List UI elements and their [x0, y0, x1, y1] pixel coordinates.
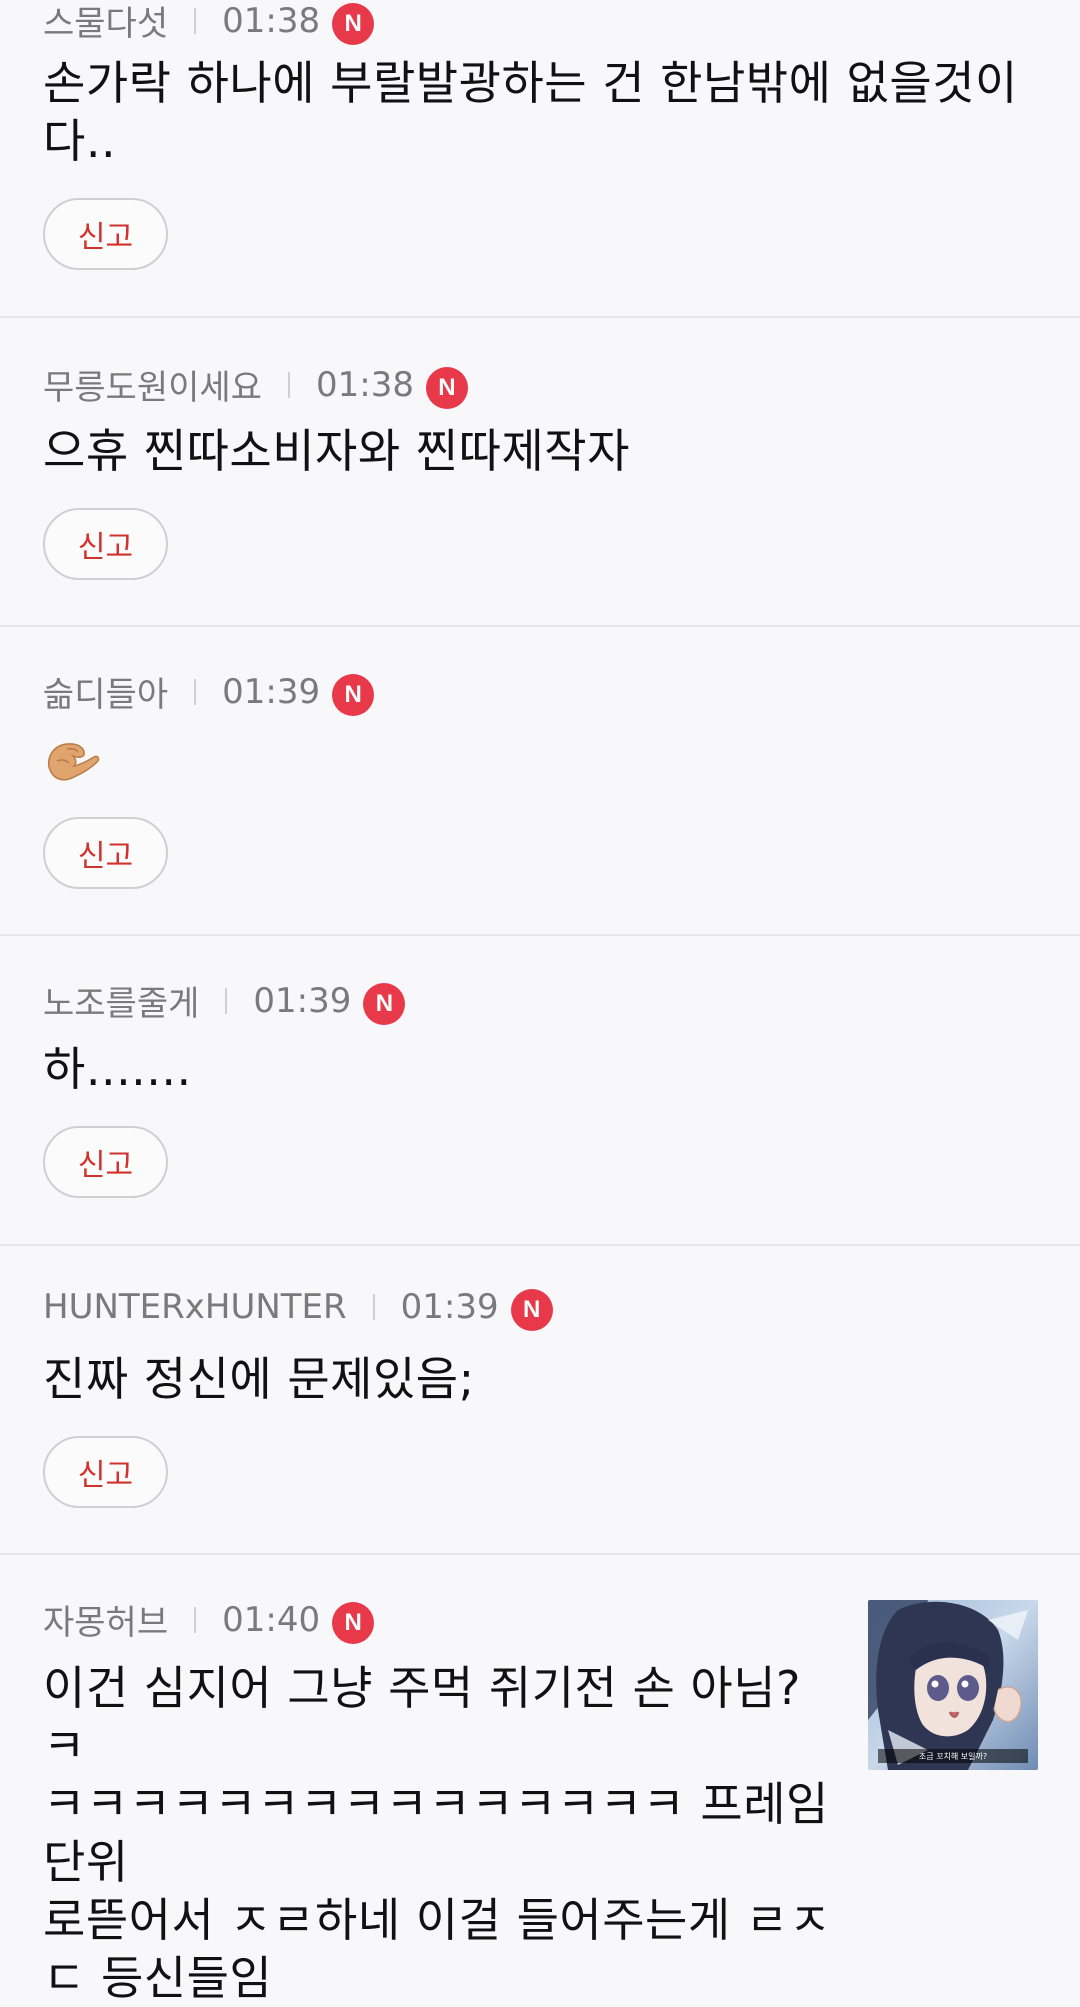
new-badge-icon: N: [363, 982, 406, 1025]
comment-text-line: ㄷ 등신들임: [43, 1951, 273, 2005]
comment-time: 01:40: [222, 1599, 321, 1640]
new-badge-icon: N: [332, 2, 375, 45]
comment-text: 으휴 찐따소비자와 찐따제작자: [43, 422, 630, 480]
comment-item: 스물다섯 01:38 N 손가락 하나에 부랄발광하는 건 한남밖에 없을것이 …: [0, 0, 1080, 318]
comment-author[interactable]: 슮디들아: [43, 667, 168, 716]
meta-divider: [194, 678, 197, 705]
comment-text-line: 으휴 찐따소비자와 찐따제작자: [43, 424, 630, 478]
comment-time: 01:39: [400, 1287, 499, 1327]
report-button[interactable]: 신고: [43, 508, 168, 580]
meta-divider: [194, 7, 197, 34]
comment-author[interactable]: 스물다섯: [43, 0, 168, 45]
comment-item: HUNTERxHUNTER 01:39 N 진짜 정신에 문제있음; 신고: [0, 1246, 1080, 1555]
new-badge-icon: N: [425, 366, 468, 409]
comment-text: 하.......: [43, 1040, 192, 1098]
comment-author[interactable]: HUNTERxHUNTER: [43, 1287, 347, 1327]
meta-divider: [287, 371, 290, 398]
comment-time: 01:39: [222, 671, 321, 712]
report-button[interactable]: 신고: [43, 1126, 168, 1198]
comment-author[interactable]: 노조를줄게: [43, 976, 199, 1025]
meta-divider: [372, 1294, 375, 1320]
comment-time: 01:39: [253, 980, 352, 1021]
meta-divider: [225, 987, 228, 1014]
comment-text-line: 손가락 하나에 부랄발광하는 건 한남밖에 없을것이: [43, 56, 1018, 110]
thumbnail-caption: 조금 꼬치해 보일까?: [919, 1751, 987, 1761]
comment-text-line: 다..: [43, 114, 117, 168]
comment-item: 무릉도원이세요 01:38 N 으휴 찐따소비자와 찐따제작자 신고: [0, 318, 1080, 627]
comment-text-line: 이건 심지어 그냥 주먹 쥐기전 손 아님? ㅋ: [43, 1661, 801, 1773]
new-badge-icon: N: [510, 1289, 553, 1331]
comment-item: 노조를줄게 01:39 N 하....... 신고: [0, 936, 1080, 1246]
anime-girl-thumbnail-image: 조금 꼬치해 보일까?: [868, 1600, 1038, 1770]
pinching-hand-icon: [47, 743, 100, 781]
new-badge-icon: N: [332, 673, 375, 716]
comment-text: 진짜 정신에 문제있음;: [43, 1350, 475, 1408]
new-badge-icon: N: [332, 1601, 375, 1644]
report-button[interactable]: 신고: [43, 1436, 168, 1508]
comment-author[interactable]: 무릉도원이세요: [43, 360, 262, 409]
comment-thumbnail[interactable]: 조금 꼬치해 보일까?: [868, 1600, 1038, 1770]
comment-text: 이건 심지어 그냥 주먹 쥐기전 손 아님? ㅋ ㅋㅋㅋㅋㅋㅋㅋㅋㅋㅋㅋㅋㅋㅋㅋ…: [43, 1659, 843, 2007]
comment-text-line: 로뜯어서 ㅈㄹ하네 이걸 들어주는게 ㄹㅈ: [43, 1893, 832, 1947]
comment-text-line: ㅋㅋㅋㅋㅋㅋㅋㅋㅋㅋㅋㅋㅋㅋㅋ 프레임단위: [43, 1777, 829, 1889]
comment-text-line: 진짜 정신에 문제있음;: [43, 1352, 475, 1406]
comment-item: 슮디들아 01:39 N 신고: [0, 627, 1080, 936]
comment-meta: 노조를줄게 01:39 N: [43, 976, 406, 1025]
comment-meta: 슮디들아 01:39 N: [43, 667, 375, 716]
comment-text-line: 하.......: [43, 1042, 192, 1096]
report-button[interactable]: 신고: [43, 198, 168, 270]
comment-time: 01:38: [222, 0, 321, 41]
comment-time: 01:38: [315, 364, 414, 405]
comment-meta: 자몽허브 01:40 N: [43, 1595, 375, 1644]
comment-text: 손가락 하나에 부랄발광하는 건 한남밖에 없을것이 다..: [43, 54, 1018, 170]
comment-meta: 무릉도원이세요 01:38 N: [43, 360, 468, 409]
comment-author[interactable]: 자몽허브: [43, 1595, 168, 1644]
comment-meta: 스물다섯 01:38 N: [43, 0, 375, 45]
comment-meta: HUNTERxHUNTER 01:39 N: [43, 1286, 553, 1331]
report-button[interactable]: 신고: [43, 817, 168, 889]
meta-divider: [194, 1606, 197, 1633]
